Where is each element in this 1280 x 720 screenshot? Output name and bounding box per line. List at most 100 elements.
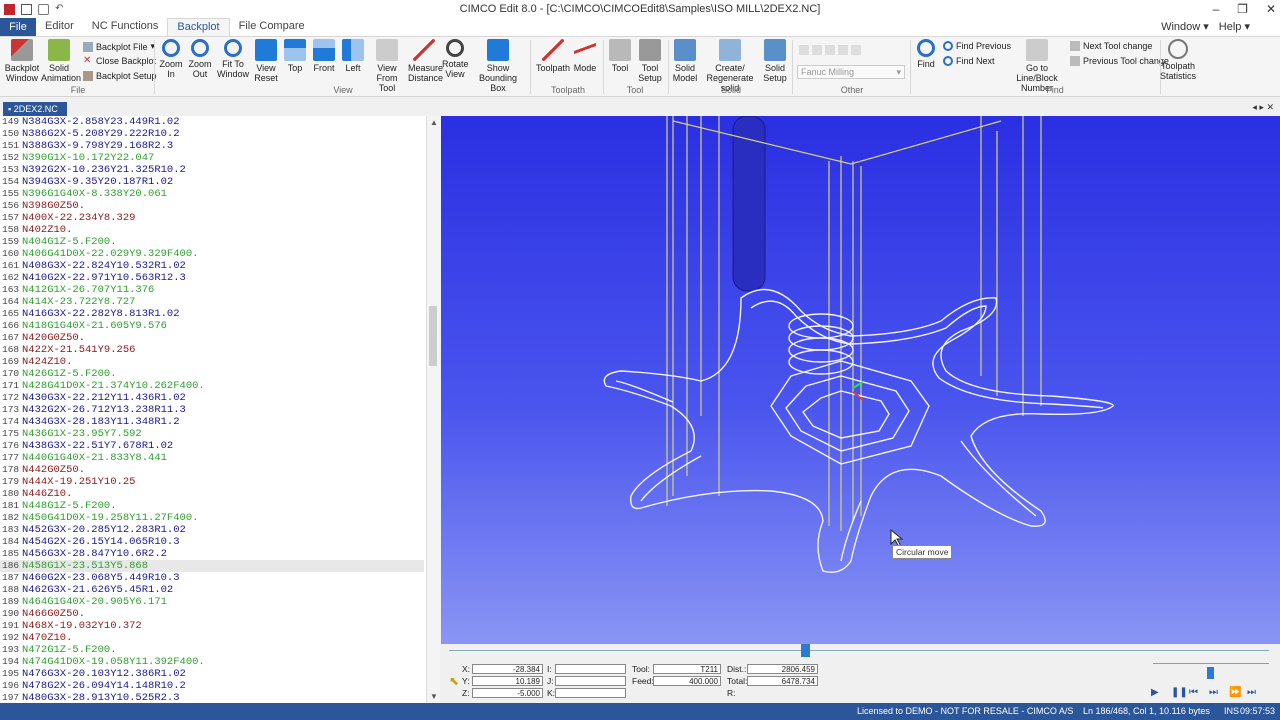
editor-line[interactable]: 175 N436G1X-23.95Y7.592 [0, 428, 424, 440]
editor-line[interactable]: 158 N402Z10. [0, 224, 424, 236]
editor-line[interactable]: 155 N396G1G40X-8.338Y20.061 [0, 188, 424, 200]
backplot-setup-button[interactable]: Backplot Setup [83, 71, 157, 81]
scroll-up-icon[interactable]: ▲ [430, 118, 438, 127]
toolpath-slider-track[interactable] [449, 650, 1269, 651]
editor-line[interactable]: 194 N474G41D0X-19.058Y11.392F400. [0, 656, 424, 668]
editor-line[interactable]: 191 N468X-19.032Y10.372 [0, 620, 424, 632]
editor-scrollbar[interactable]: ▲ ▼ [426, 116, 440, 703]
scrollbar-thumb[interactable] [429, 306, 437, 366]
close-backplot-button[interactable]: ✕ Close Backplot [83, 56, 156, 67]
scroll-down-icon[interactable]: ▼ [430, 692, 438, 701]
editor-line[interactable]: 153 N392G2X-10.236Y21.325R10.2 [0, 164, 424, 176]
editor-line[interactable]: 178 N442G0Z50. [0, 464, 424, 476]
step-forward-icon[interactable]: ⏭ [1209, 688, 1219, 698]
view-from-tool-button[interactable]: View From Tool [368, 39, 406, 93]
editor-line[interactable]: 156 N398G0Z50. [0, 200, 424, 212]
speed-slider-track[interactable] [1153, 663, 1269, 664]
editor-line[interactable]: 164 N414X-23.722Y8.727 [0, 296, 424, 308]
editor-line[interactable]: 149 N384G3X-2.858Y23.449R1.02 [0, 116, 424, 128]
editor-line[interactable]: 189 N464G1G40X-20.905Y6.171 [0, 596, 424, 608]
editor-line[interactable]: 197 N480G3X-28.913Y10.525R2.3 [0, 692, 424, 703]
tab-editor[interactable]: Editor [36, 18, 83, 36]
tool-setup-button[interactable]: Tool Setup [636, 39, 664, 83]
toolpath-button[interactable]: Toolpath [536, 39, 570, 73]
editor-line[interactable]: 181 N448G1Z-5.F200. [0, 500, 424, 512]
fit-to-window-button[interactable]: Fit To Window [215, 39, 251, 79]
editor-line[interactable]: 177 N440G1G40X-21.833Y8.441 [0, 452, 424, 464]
skip-to-end-icon[interactable]: ⏭ [1247, 688, 1257, 698]
machine-type-select[interactable]: Fanuc Milling ▾ [797, 65, 905, 79]
window-menu[interactable]: Window ▾ [1161, 20, 1209, 33]
tab-file[interactable]: File [0, 18, 36, 36]
solid-setup-button[interactable]: Solid Setup [762, 39, 788, 83]
play-icon[interactable]: ▶ [1151, 688, 1161, 698]
editor-line[interactable]: 183 N452G3X-20.285Y12.283R1.02 [0, 524, 424, 536]
editor-line[interactable]: 159 N404G1Z-5.F200. [0, 236, 424, 248]
step-backward-icon[interactable]: ⏮ [1189, 688, 1199, 698]
editor-line[interactable]: 167 N420G0Z50. [0, 332, 424, 344]
find-previous-button[interactable]: Find Previous [943, 41, 1011, 51]
minimize-icon[interactable]: – [1212, 2, 1219, 16]
editor-line[interactable]: 168 N422X-21.541Y9.256 [0, 344, 424, 356]
editor-line[interactable]: 192 N470Z10. [0, 632, 424, 644]
previous-tool-change-button[interactable]: Previous Tool change [1070, 56, 1169, 66]
rotate-view-button[interactable]: Rotate View [442, 39, 469, 79]
tab-nc-functions[interactable]: NC Functions [83, 18, 168, 36]
solid-model-button[interactable]: Solid Model [672, 39, 698, 83]
toolpath-slider-knob[interactable] [801, 644, 810, 657]
editor-line[interactable]: 195 N476G3X-20.103Y12.386R1.02 [0, 668, 424, 680]
editor-line[interactable]: 179 N444X-19.251Y10.25 [0, 476, 424, 488]
editor-line[interactable]: 163 N412G1X-26.707Y11.376 [0, 284, 424, 296]
editor-line[interactable]: 160 N406G41D0X-22.029Y9.329F400. [0, 248, 424, 260]
editor-line[interactable]: 172 N430G3X-22.212Y11.436R1.02 [0, 392, 424, 404]
close-icon[interactable]: ✕ [1266, 2, 1276, 16]
backplot-window-button[interactable]: Backplot Window [4, 39, 40, 83]
tab-file-compare[interactable]: File Compare [230, 18, 314, 36]
backplot-viewport[interactable]: Circular move [441, 116, 1280, 644]
editor-line[interactable]: 184 N454G2X-26.15Y14.065R10.3 [0, 536, 424, 548]
zoom-in-button[interactable]: Zoom In [158, 39, 184, 79]
editor-line[interactable]: 169 N424Z10. [0, 356, 424, 368]
editor-line[interactable]: 180 N446Z10. [0, 488, 424, 500]
speed-slider-knob[interactable] [1207, 667, 1214, 679]
tab-backplot[interactable]: Backplot [167, 18, 230, 36]
editor-line[interactable]: 188 N462G3X-21.626Y5.45R1.02 [0, 584, 424, 596]
pause-icon[interactable]: ❚❚ [1171, 688, 1188, 698]
scroll-right-icon[interactable]: ▸ [1259, 102, 1264, 112]
mode-button[interactable]: Mode [572, 39, 598, 73]
show-bounding-box-button[interactable]: Show Bounding Box [470, 39, 526, 93]
toolpath-statistics-button[interactable]: Toolpath Statistics [1160, 39, 1196, 81]
restore-icon[interactable]: ❐ [1237, 2, 1248, 16]
editor-line[interactable]: 161 N408G3X-22.824Y10.532R1.02 [0, 260, 424, 272]
view-front-button[interactable]: Front [311, 39, 337, 73]
editor-line[interactable]: 187 N460G2X-23.068Y5.449R10.3 [0, 572, 424, 584]
editor-line[interactable]: 196 N478G2X-26.094Y14.148R10.2 [0, 680, 424, 692]
measure-distance-button[interactable]: Measure Distance [408, 39, 443, 83]
print-icon[interactable] [38, 4, 49, 15]
editor-line[interactable]: 174 N434G3X-28.183Y11.348R1.2 [0, 416, 424, 428]
view-reset-button[interactable]: View Reset [253, 39, 279, 83]
editor-line[interactable]: 190 N466G0Z50. [0, 608, 424, 620]
save-icon[interactable] [21, 4, 32, 15]
editor-line[interactable]: 171 N428G41D0X-21.374Y10.262F400. [0, 380, 424, 392]
editor-line[interactable]: 182 N450G41D0X-19.258Y11.27F400. [0, 512, 424, 524]
editor-line[interactable]: 152 N390G1X-10.172Y22.047 [0, 152, 424, 164]
next-tool-change-button[interactable]: Next Tool change [1070, 41, 1152, 51]
editor-line[interactable]: 150 N386G2X-5.208Y29.222R10.2 [0, 128, 424, 140]
editor-line[interactable]: 193 N472G1Z-5.F200. [0, 644, 424, 656]
document-tab[interactable]: ▪ 2DEX2.NC [3, 102, 67, 116]
editor-line[interactable]: 157 N400X-22.234Y8.329 [0, 212, 424, 224]
view-top-button[interactable]: Top [283, 39, 307, 73]
editor-line[interactable]: 185 N456G3X-28.847Y10.6R2.2 [0, 548, 424, 560]
tool-button[interactable]: Tool [608, 39, 632, 73]
zoom-out-button[interactable]: Zoom Out [187, 39, 213, 79]
editor-line[interactable]: 166 N418G1G40X-21.605Y9.576 [0, 320, 424, 332]
nc-editor[interactable]: 149 N384G3X-2.858Y23.449R1.02 150 N386G2X-5… [0, 116, 428, 703]
undo-icon[interactable]: ↶ [55, 4, 66, 15]
editor-line[interactable]: 151 N388G3X-9.798Y29.168R2.3 [0, 140, 424, 152]
editor-line[interactable]: 176 N438G3X-22.51Y7.678R1.02 [0, 440, 424, 452]
editor-line[interactable]: 154 N394G3X-9.35Y20.187R1.02 [0, 176, 424, 188]
view-left-button[interactable]: Left [341, 39, 365, 73]
solid-animation-button[interactable]: Solid Animation [41, 39, 81, 83]
editor-line[interactable]: 186 N458G1X-23.513Y5.868 [0, 560, 424, 572]
